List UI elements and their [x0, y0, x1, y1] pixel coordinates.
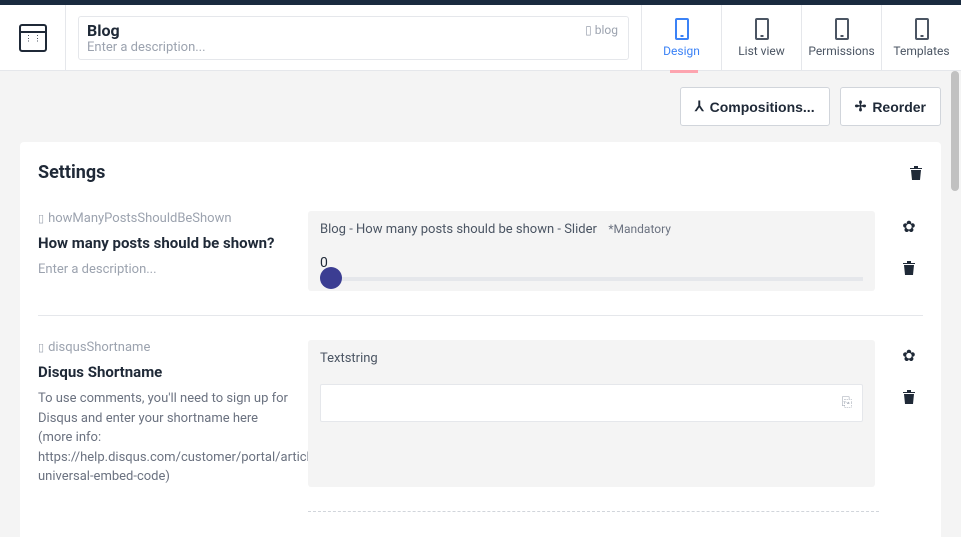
tab-list-view[interactable]: List view — [721, 5, 801, 70]
property-editor[interactable]: Textstring — [308, 340, 875, 487]
property-alias[interactable]: disqusShortname — [38, 340, 288, 355]
property-alias[interactable]: howManyPostsShouldBeShown — [38, 211, 288, 226]
panel-header: Settings — [38, 162, 923, 183]
property-left: disqusShortname Disqus Shortname To use … — [38, 340, 288, 487]
doctype-description-placeholder[interactable]: Enter a description... — [87, 40, 620, 55]
phone-icon — [915, 18, 929, 40]
tab-design[interactable]: Design — [641, 5, 721, 70]
button-label: Compositions... — [710, 99, 815, 115]
settings-panel: Settings howManyPostsShouldBeShown How m… — [20, 142, 941, 537]
property-row: disqusShortname Disqus Shortname To use … — [38, 340, 923, 511]
tab-label: List view — [738, 44, 785, 58]
reorder-icon: ✢ — [855, 98, 867, 115]
editor-name: Textstring — [320, 351, 378, 366]
phone-icon — [755, 18, 769, 40]
property-row: howManyPostsShouldBeShown How many posts… — [38, 211, 923, 316]
tab-label: Permissions — [808, 44, 874, 58]
button-label: Reorder — [872, 99, 926, 115]
calendar-icon — [19, 24, 47, 52]
compositions-icon: ⅄ — [695, 98, 704, 115]
reorder-button[interactable]: ✢ Reorder — [840, 87, 941, 126]
property-actions: ✿ — [895, 340, 923, 487]
delete-group-icon[interactable] — [909, 165, 923, 181]
textstring-input-preview — [320, 384, 863, 422]
settings-icon[interactable]: ✿ — [902, 217, 915, 236]
mandatory-label: *Mandatory — [608, 222, 671, 236]
doctype-alias: ▯ blog — [585, 23, 618, 37]
property-description-placeholder[interactable]: Enter a description... — [38, 260, 288, 280]
title-inner[interactable]: Blog Enter a description... ▯ blog — [78, 16, 629, 60]
scrollbar-thumb[interactable] — [951, 71, 959, 191]
compositions-button[interactable]: ⅄ Compositions... — [680, 87, 830, 126]
property-label[interactable]: How many posts should be shown? — [38, 234, 288, 252]
add-property-placeholder[interactable] — [308, 511, 879, 527]
scrollbar[interactable] — [949, 71, 961, 537]
slider-thumb[interactable] — [320, 267, 342, 289]
tab-templates[interactable]: Templates — [881, 5, 961, 70]
title-block: Blog Enter a description... ▯ blog — [66, 5, 641, 70]
phone-icon — [675, 18, 689, 40]
tab-label: Design — [663, 44, 700, 58]
slider-value: 0 — [320, 255, 863, 271]
doctype-title[interactable]: Blog — [87, 21, 620, 40]
tab-permissions[interactable]: Permissions — [801, 5, 881, 70]
content-area: ⅄ Compositions... ✢ Reorder Settings how… — [0, 71, 961, 537]
slider-preview: 0 — [320, 255, 863, 281]
property-editor[interactable]: Blog - How many posts should be shown - … — [308, 211, 875, 291]
property-left: howManyPostsShouldBeShown How many posts… — [38, 211, 288, 291]
tab-label: Templates — [893, 44, 949, 58]
editor-name: Blog - How many posts should be shown - … — [320, 222, 597, 237]
header: Blog Enter a description... ▯ blog Desig… — [0, 5, 961, 71]
doctype-icon-box[interactable] — [0, 5, 66, 70]
action-bar: ⅄ Compositions... ✢ Reorder — [20, 87, 941, 126]
delete-property-icon[interactable] — [902, 260, 916, 276]
settings-icon[interactable]: ✿ — [902, 346, 915, 365]
tabs: Design List view Permissions Templates — [641, 5, 961, 70]
delete-property-icon[interactable] — [902, 389, 916, 405]
slider-track[interactable] — [320, 277, 863, 281]
panel-title[interactable]: Settings — [38, 162, 105, 183]
phone-icon — [835, 18, 849, 40]
property-label[interactable]: Disqus Shortname — [38, 363, 288, 381]
property-actions: ✿ — [895, 211, 923, 291]
property-description[interactable]: To use comments, you'll need to sign up … — [38, 389, 288, 487]
